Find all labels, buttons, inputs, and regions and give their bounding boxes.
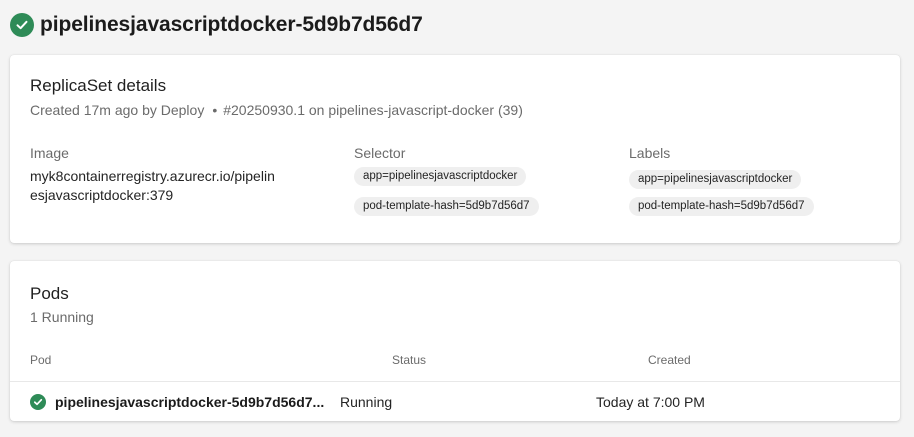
image-value-line: esjavascriptdocker:379 [30,187,174,203]
image-label: Image [30,145,69,161]
selector-label: Selector [354,145,406,161]
column-header-pod[interactable]: Pod [30,353,51,367]
pod-status: Running [340,394,393,410]
column-header-created[interactable]: Created [648,353,691,367]
selector-pill: pod-template-hash=5d9b7d56d7 [354,197,539,216]
pods-card: Pods 1 Running Pod Status Created pipeli… [10,261,900,421]
image-value: myk8containerregistry.azurecr.io/pipelin… [30,167,320,205]
label-pill: pod-template-hash=5d9b7d56d7 [629,197,814,216]
separator-dot: • [212,102,218,118]
column-header-status[interactable]: Status [392,353,426,367]
check-circle-icon [30,394,46,410]
table-row[interactable]: pipelinesjavascriptdocker-5d9b7d56d7... … [10,382,900,421]
pod-created: Today at 7:00 PM [596,394,705,410]
run-link[interactable]: #20250930.1 on pipelines-javascript-dock… [223,102,523,118]
details-subtitle: Created 17m ago by Deploy • #20250930.1 on… [30,102,523,118]
pod-name[interactable]: pipelinesjavascriptdocker-5d9b7d56d7... [55,394,324,410]
image-value-line: myk8containerregistry.azurecr.io/pipelin [30,168,275,184]
card-title: ReplicaSet details [30,76,167,95]
card-title: Pods [30,284,69,303]
pods-summary: 1 Running [30,309,94,325]
page-title: pipelinesjavascriptdocker-5d9b7d56d7 [40,13,423,36]
page-header: pipelinesjavascriptdocker-5d9b7d56d7 [10,10,423,40]
created-text: Created 17m ago by Deploy [30,102,205,118]
label-pill: app=pipelinesjavascriptdocker [629,170,802,189]
check-circle-icon [10,13,34,37]
labels-label: Labels [629,145,671,161]
replicaset-details-card: ReplicaSet details Created 17m ago by De… [10,55,900,243]
selector-pill: app=pipelinesjavascriptdocker [354,167,527,186]
